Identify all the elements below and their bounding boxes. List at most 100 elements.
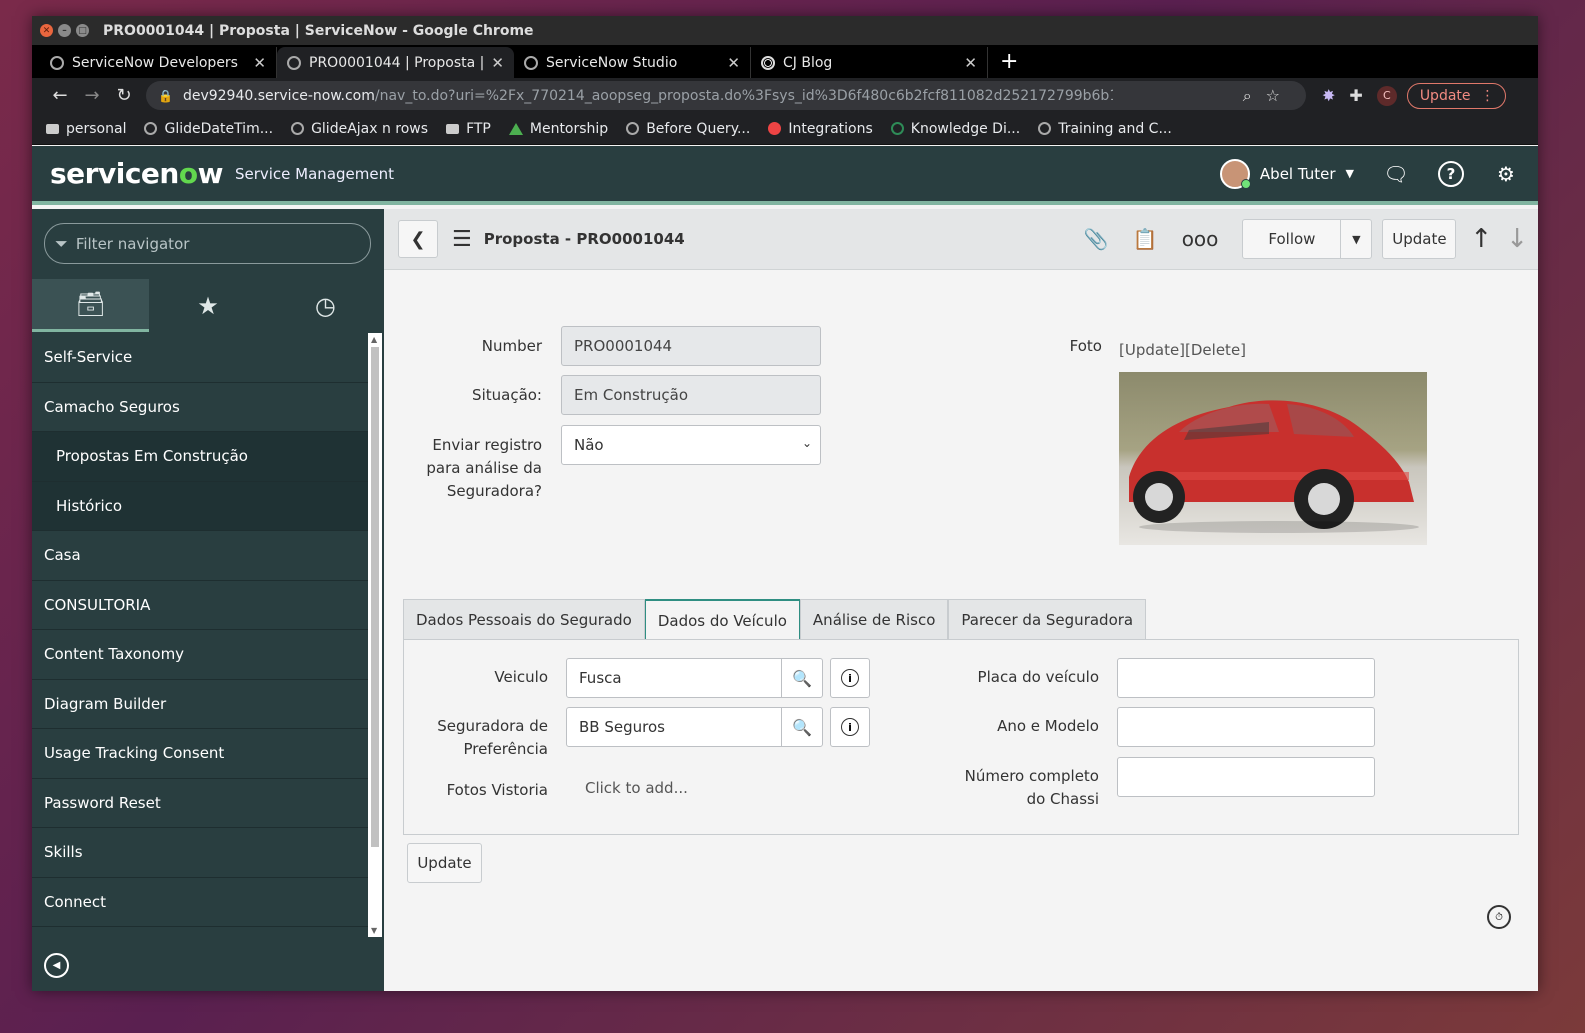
servicenow-logo[interactable]: servicenow	[50, 157, 223, 190]
bookmark-item[interactable]: FTP	[446, 121, 491, 137]
bookmark-item[interactable]: Mentorship	[508, 121, 608, 137]
nav-subitem[interactable]: Histórico	[32, 481, 368, 531]
tab-parecer[interactable]: Parecer da Seguradora	[948, 599, 1147, 640]
nav-item[interactable]: Camacho Seguros	[32, 383, 368, 432]
bookmark-item[interactable]: personal	[46, 121, 126, 137]
search-icon[interactable]: 🔍	[782, 659, 822, 697]
clipboard-icon[interactable]: 📋	[1133, 227, 1158, 251]
forward-arrow-icon[interactable]: →	[76, 85, 108, 106]
window-close-icon[interactable]: ✕	[40, 24, 53, 37]
tab-analise-risco[interactable]: Análise de Risco	[799, 599, 949, 640]
new-tab-icon[interactable]: +	[988, 49, 1030, 78]
nav-subitem[interactable]: Propostas Em Construção	[32, 432, 368, 482]
scroll-down-icon[interactable]: ▼	[371, 926, 377, 935]
bookmark-label: FTP	[466, 120, 491, 137]
placa-field[interactable]	[1117, 658, 1375, 698]
folder-icon	[46, 123, 59, 134]
extension-puzzle-icon[interactable]: ✸	[1322, 86, 1335, 105]
number-field[interactable]: PRO0001044	[561, 326, 821, 366]
nav-item[interactable]: CONSULTORIA	[32, 581, 368, 630]
chassi-field[interactable]	[1117, 757, 1375, 797]
url-bar[interactable]: 🔒 dev92940.service-now.com/nav_to.do?uri…	[146, 81, 1306, 110]
user-menu[interactable]: Abel Tuter ▼ 🗨 ? ⚙	[1219, 158, 1520, 189]
filter-navigator-input[interactable]: ⏷ Filter navigator	[44, 223, 371, 264]
favorites-tab[interactable]: ★	[149, 279, 266, 332]
enviar-select[interactable]: Não ⌄	[561, 425, 821, 465]
ano-modelo-field[interactable]	[1117, 707, 1375, 747]
all-apps-tab[interactable]: 🗃	[32, 279, 150, 332]
scroll-up-icon[interactable]: ▲	[371, 335, 377, 344]
bookmark-item[interactable]: Training and C...	[1038, 121, 1172, 137]
context-menu-icon[interactable]: ☰	[452, 227, 472, 252]
url-host: dev92940.service-now.com	[182, 87, 375, 104]
scrollbar-thumb[interactable]	[371, 347, 379, 847]
veiculo-value[interactable]: Fusca	[567, 659, 782, 697]
veiculo-info-button[interactable]: i	[830, 658, 870, 698]
bookmark-item[interactable]: GlideDateTim...	[144, 121, 273, 137]
back-arrow-icon[interactable]: ←	[44, 85, 76, 106]
situacao-field[interactable]: Em Construção	[561, 375, 821, 415]
veiculo-reference-field[interactable]: Fusca 🔍	[566, 658, 823, 698]
nav-item[interactable]: Skills	[32, 828, 368, 878]
seguradora-info-button[interactable]: i	[830, 707, 870, 747]
reload-icon[interactable]: ↻	[108, 85, 140, 106]
update-button[interactable]: Update	[1382, 219, 1457, 259]
chrome-update-button[interactable]: Update ⋮	[1406, 82, 1506, 109]
foto-delete-link[interactable]: [Delete]	[1185, 341, 1246, 359]
stopwatch-icon[interactable]: ⏱	[1487, 905, 1511, 929]
browser-tab[interactable]: ServiceNow Developers ✕	[40, 47, 277, 78]
nav-item[interactable]: Usage Tracking Consent	[32, 729, 368, 779]
nav-item[interactable]: Password Reset	[32, 779, 368, 828]
tab-close-icon[interactable]: ✕	[964, 54, 977, 72]
chat-icon[interactable]: 🗨	[1382, 162, 1410, 186]
seguradora-value[interactable]: BB Seguros	[567, 708, 782, 746]
follow-label[interactable]: Follow	[1243, 220, 1342, 258]
tab-close-icon[interactable]: ✕	[491, 54, 504, 72]
tab-dados-pessoais[interactable]: Dados Pessoais do Segurado	[403, 599, 645, 640]
more-options-icon[interactable]: ooo	[1182, 227, 1219, 251]
nav-item[interactable]: Casa	[32, 531, 368, 581]
window-minimize-icon[interactable]: –	[58, 24, 71, 37]
servicenow-favicon-icon	[50, 55, 64, 70]
gear-icon[interactable]: ⚙	[1492, 162, 1520, 186]
previous-record-icon[interactable]: ↑	[1470, 224, 1492, 254]
next-record-icon[interactable]: ↓	[1506, 224, 1528, 254]
follow-button[interactable]: Follow ▼	[1242, 219, 1373, 259]
zoom-icon[interactable]: ⌕	[1243, 86, 1266, 105]
tab-close-icon[interactable]: ✕	[727, 54, 740, 72]
window-maximize-icon[interactable]: □	[76, 24, 89, 37]
search-icon[interactable]: 🔍	[782, 708, 822, 746]
ano-modelo-label: Ano e Modelo	[997, 717, 1099, 735]
browser-tab[interactable]: CJ Blog ✕	[751, 47, 988, 78]
window-title: PRO0001044 | Proposta | ServiceNow - Goo…	[103, 22, 534, 39]
back-button[interactable]: ❮	[398, 220, 438, 258]
follow-dropdown-icon[interactable]: ▼	[1341, 220, 1371, 258]
tab-dados-veiculo[interactable]: Dados do Veículo	[644, 599, 800, 640]
drive-icon	[508, 122, 523, 135]
profile-avatar[interactable]: C	[1376, 85, 1397, 106]
seguradora-reference-field[interactable]: BB Seguros 🔍	[566, 707, 823, 747]
bookmark-item[interactable]: GlideAjax n rows	[291, 121, 428, 137]
bottom-update-button[interactable]: Update	[407, 843, 482, 883]
nav-item[interactable]: Diagram Builder	[32, 680, 368, 729]
bookmark-item[interactable]: Before Query...	[626, 121, 750, 137]
nav-item[interactable]: Connect	[32, 878, 368, 927]
history-tab[interactable]: ◷	[267, 279, 384, 332]
bookmark-star-icon[interactable]: ☆	[1266, 86, 1294, 105]
tab-close-icon[interactable]: ✕	[253, 54, 266, 72]
collapse-navigator-icon[interactable]: ◀	[44, 953, 69, 978]
nav-item[interactable]: Self-Service	[32, 333, 368, 383]
bookmark-item[interactable]: Knowledge Di...	[890, 121, 1020, 137]
help-icon[interactable]: ?	[1438, 160, 1464, 187]
bookmark-item[interactable]: Integrations	[768, 121, 873, 137]
fotos-click-to-add[interactable]: Click to add...	[585, 779, 688, 797]
foto-update-link[interactable]: [Update]	[1119, 341, 1185, 359]
nav-scrollbar[interactable]: ▲ ▼	[368, 333, 382, 937]
nav-item[interactable]: Content Taxonomy	[32, 630, 368, 680]
extensions-icon[interactable]: ✚	[1349, 86, 1362, 105]
attachment-icon[interactable]: 📎	[1084, 227, 1109, 251]
browser-tab[interactable]: ServiceNow Studio ✕	[514, 47, 751, 78]
filter-icon: ⏷	[55, 233, 68, 253]
kebab-menu-icon[interactable]: ⋮	[1481, 88, 1495, 104]
browser-tab-active[interactable]: PRO0001044 | Proposta | S ✕	[277, 47, 514, 78]
